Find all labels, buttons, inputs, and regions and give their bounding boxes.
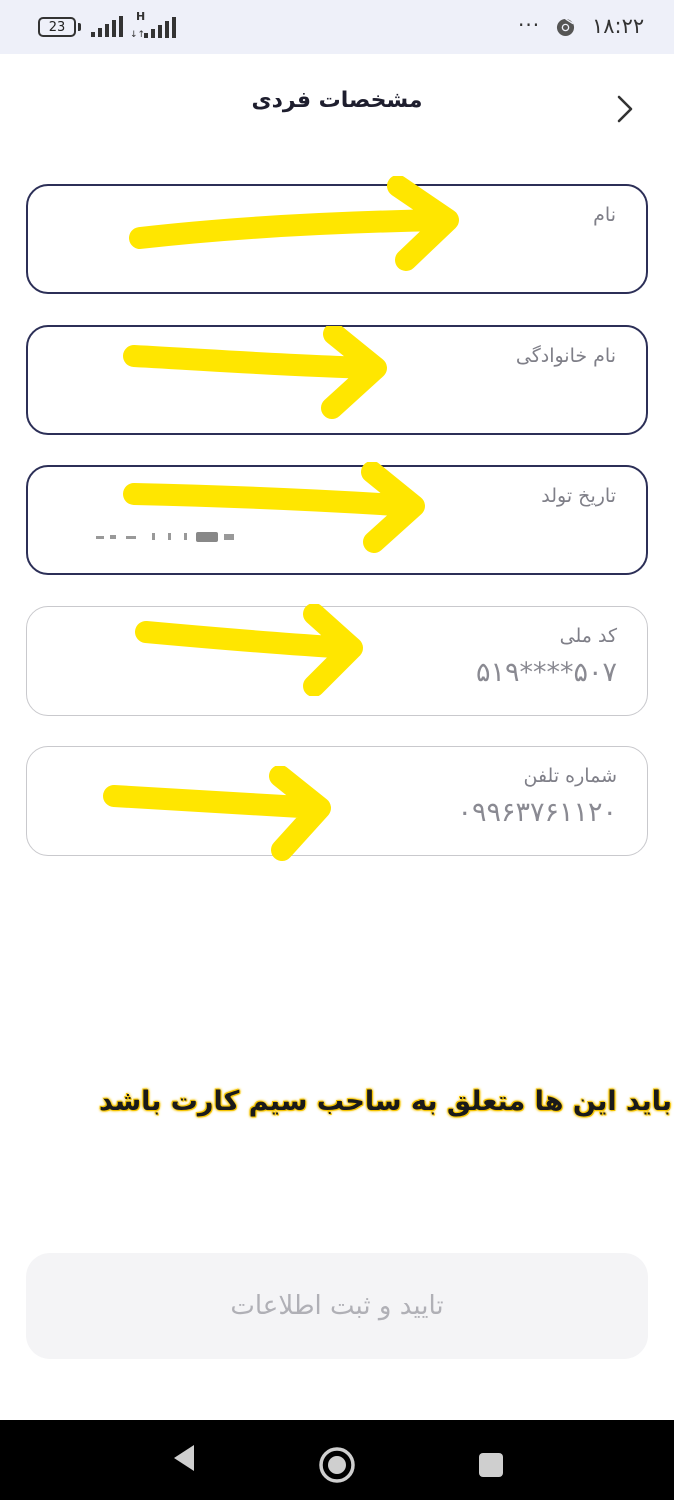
first-name-label: نام: [593, 204, 616, 226]
national-code-value: ۵۱۹****۵۰۷: [475, 657, 617, 688]
status-bar: 23 H ↓↑ ··· ۱۸:۲۲: [0, 0, 674, 54]
redacted-birth-date: [96, 532, 234, 542]
phone-number-label: شماره تلفن: [523, 765, 617, 787]
submit-button[interactable]: تایید و ثبت اطلاعات: [26, 1253, 648, 1359]
annotation-note: باید این ها متعلق به ساحب سیم کارت باشد: [98, 1086, 672, 1117]
chevron-right-icon[interactable]: [614, 94, 636, 124]
page-title: مشخصات فردی: [251, 88, 423, 113]
chrome-icon: [556, 18, 575, 37]
national-code-label: کد ملی: [559, 625, 617, 647]
more-dots-icon: ···: [518, 13, 541, 37]
birth-date-label: تاریخ تولد: [541, 485, 616, 507]
national-code-field: کد ملی ۵۱۹****۵۰۷: [26, 606, 648, 716]
birth-date-field[interactable]: تاریخ تولد: [26, 465, 648, 575]
clock: ۱۸:۲۲: [592, 14, 645, 38]
navigation-bar: [0, 1420, 674, 1500]
home-circle-icon[interactable]: [318, 1446, 356, 1484]
phone-number-field: شماره تلفن ۰۹۹۶۳۷۶۱۱۲۰: [26, 746, 648, 856]
phone-number-value: ۰۹۹۶۳۷۶۱۱۲۰: [457, 797, 617, 828]
recents-square-icon[interactable]: [478, 1452, 504, 1478]
signal-h-icon: H ↓↑: [130, 10, 178, 40]
svg-text:↓↑: ↓↑: [130, 30, 145, 39]
first-name-field[interactable]: نام: [26, 184, 648, 294]
battery-level: 23: [48, 19, 66, 35]
last-name-field[interactable]: نام خانوادگی: [26, 325, 648, 435]
personal-info-screen: 23 H ↓↑ ··· ۱۸:۲۲ مشخصات فردی نام نام خا…: [0, 0, 674, 1500]
battery-icon: 23: [38, 17, 76, 37]
battery-tip: [78, 23, 81, 31]
last-name-label: نام خانوادگی: [515, 345, 616, 367]
back-triangle-icon[interactable]: [170, 1442, 198, 1474]
signal-icon: [91, 16, 123, 37]
